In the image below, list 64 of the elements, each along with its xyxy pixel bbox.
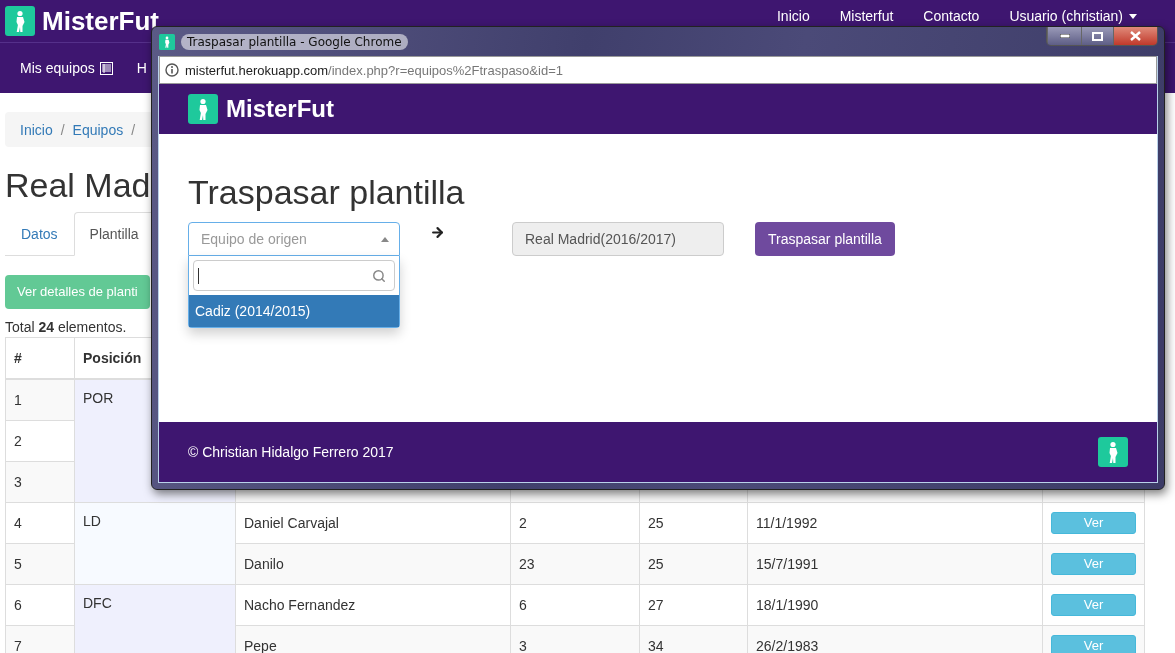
table-cell: 3 — [510, 625, 640, 653]
table-cell: 34 — [639, 625, 748, 653]
table-cell: Daniel Carvajal — [235, 502, 511, 544]
search-icon — [372, 268, 386, 283]
nav-link[interactable]: Misterfut — [824, 8, 909, 24]
breadcrumb-link[interactable]: Inicio — [20, 121, 53, 138]
total-count: Total 24 elementos. — [5, 318, 128, 335]
table-cell: Danilo — [235, 543, 511, 585]
table-cell: 26/2/1983 — [747, 625, 1043, 653]
nav-link[interactable]: Contacto — [908, 8, 995, 24]
table-icon — [99, 61, 113, 75]
table-cell: 27 — [639, 584, 748, 626]
table-cell: 5 — [5, 543, 75, 585]
person-logo-icon — [188, 94, 218, 124]
table-cell: 6 — [510, 584, 640, 626]
user-menu[interactable]: Usuario (christian) — [994, 8, 1152, 24]
info-icon — [165, 63, 179, 77]
subnav-link[interactable]: H — [136, 60, 147, 76]
table-cell: Nacho Fernandez — [235, 584, 511, 626]
transfer-button[interactable]: Traspasar plantilla — [755, 222, 895, 256]
tab[interactable]: Datos — [5, 211, 74, 256]
minimize-button[interactable] — [1047, 27, 1081, 45]
subnav-link[interactable]: Mis equipos — [20, 60, 113, 76]
nav-link[interactable]: Inicio — [762, 8, 825, 24]
position-cell: DFC — [74, 584, 236, 653]
person-logo-icon — [1098, 437, 1128, 467]
table-cell: 15/7/1991 — [747, 543, 1043, 585]
column-header: # — [5, 337, 75, 379]
table-cell: 11/1/1992 — [747, 502, 1043, 544]
table-cell: 25 — [639, 543, 748, 585]
close-icon — [1130, 31, 1141, 41]
person-logo-icon — [5, 6, 35, 36]
table-cell: 23 — [510, 543, 640, 585]
brand-name: MisterFut — [226, 95, 334, 123]
brand-name: MisterFut — [42, 5, 159, 37]
page-heading: Traspasar plantilla — [188, 173, 466, 212]
favicon-icon — [159, 33, 175, 50]
table-cell: Pepe — [235, 625, 511, 653]
table-cell: 3 — [5, 461, 75, 503]
caret-down-icon — [1129, 13, 1137, 19]
window-title: Traspasar plantilla - Google Chrome — [181, 33, 408, 50]
table-cell: 25 — [639, 502, 748, 544]
breadcrumb-separator: / — [131, 121, 136, 138]
breadcrumb-link[interactable]: Equipos — [72, 121, 124, 138]
table-cell: 6 — [5, 584, 75, 626]
minimize-icon — [1059, 34, 1070, 38]
table-cell: 2 — [5, 420, 75, 462]
search-field[interactable] — [193, 260, 395, 291]
table-cell: 4 — [5, 502, 75, 544]
table-cell: 2 — [510, 502, 640, 544]
close-button[interactable] — [1113, 27, 1157, 45]
maximize-button[interactable] — [1081, 27, 1113, 45]
table-cell: 1 — [5, 378, 75, 421]
address-bar[interactable]: misterfut.herokuapp.com/index.php?r=equipos%2Ftraspaso&id=1 — [159, 56, 1157, 84]
position-cell: LD — [74, 502, 236, 585]
page-title: Real Mad — [5, 165, 151, 206]
arrow-right-icon — [430, 225, 445, 240]
dropdown-option[interactable]: Cadiz (2014/2015) — [189, 295, 399, 327]
table-cell: 7 — [5, 625, 75, 653]
breadcrumb-separator: / — [60, 121, 65, 138]
url-text: misterfut.herokuapp.com/index.php?r=equipos%2Ftraspaso&id=1 — [185, 62, 563, 78]
caret-up-icon — [381, 236, 389, 242]
table-cell: 18/1/1990 — [747, 584, 1043, 626]
maximize-icon — [1092, 31, 1103, 41]
